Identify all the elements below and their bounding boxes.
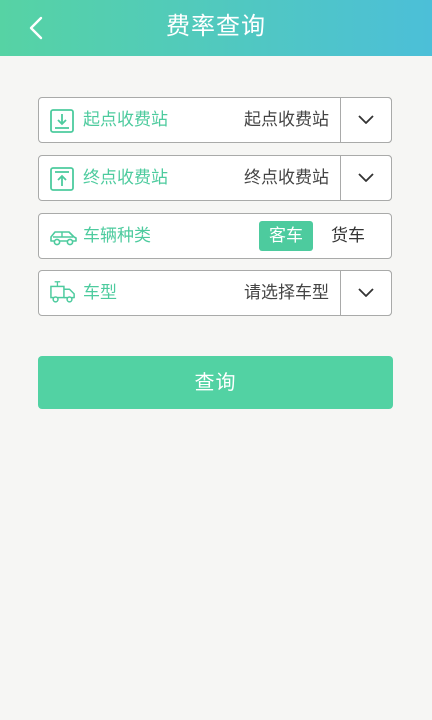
vehicle-category-label: 车辆种类: [83, 226, 151, 246]
vehicle-type-truck-option[interactable]: 货车: [321, 221, 375, 251]
end-station-row[interactable]: 终点收费站 终点收费站: [38, 155, 392, 201]
vehicle-model-row[interactable]: 车型 请选择车型: [38, 270, 392, 316]
vehicle-model-placeholder[interactable]: 请选择车型: [244, 271, 329, 315]
truck-icon: [50, 281, 75, 303]
vehicle-model-label: 车型: [83, 283, 117, 303]
end-station-dropdown-button[interactable]: [340, 155, 392, 201]
upload-box-icon: [50, 167, 74, 191]
vehicle-category-row: 车辆种类 客车 货车: [38, 213, 392, 259]
app-header: 费率查询: [0, 0, 432, 56]
end-station-value[interactable]: 终点收费站: [244, 156, 329, 200]
chevron-down-icon: [358, 173, 374, 182]
start-station-dropdown-button[interactable]: [340, 97, 392, 143]
end-station-label: 终点收费站: [83, 168, 168, 188]
vehicle-model-dropdown-button[interactable]: [340, 270, 392, 316]
car-icon: [50, 231, 77, 246]
query-button[interactable]: 查询: [38, 356, 393, 409]
chevron-down-icon: [358, 288, 374, 297]
page-title: 费率查询: [166, 12, 266, 40]
chevron-down-icon: [358, 115, 374, 124]
start-station-row[interactable]: 起点收费站 起点收费站: [38, 97, 392, 143]
start-station-label: 起点收费站: [83, 110, 168, 130]
start-station-value[interactable]: 起点收费站: [244, 98, 329, 142]
download-box-icon: [50, 109, 74, 133]
vehicle-type-passenger-option[interactable]: 客车: [259, 221, 313, 251]
